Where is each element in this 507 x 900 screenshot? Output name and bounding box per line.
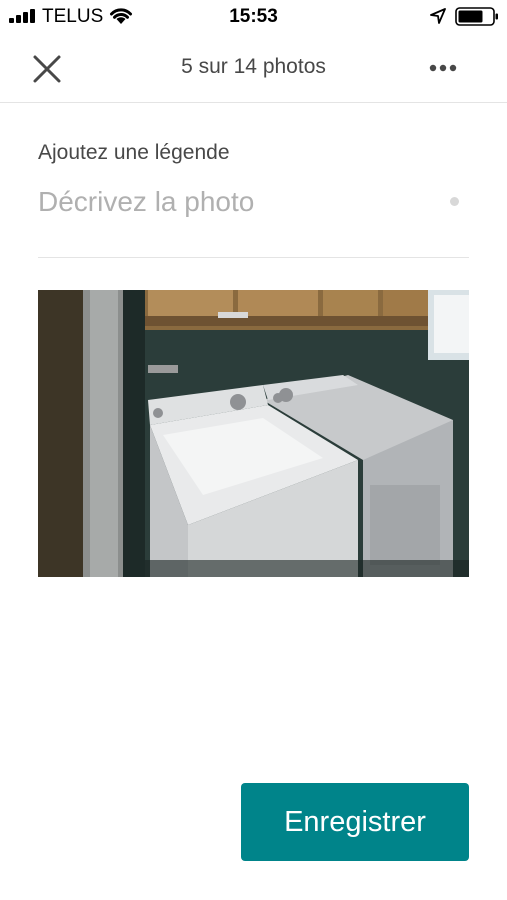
- battery-icon: [455, 7, 498, 26]
- caption-divider: [38, 257, 469, 258]
- nav-header: 5 sur 14 photos: [0, 34, 507, 103]
- caption-input[interactable]: [38, 180, 438, 224]
- save-button[interactable]: Enregistrer: [241, 783, 469, 861]
- location-arrow-icon: [430, 8, 446, 24]
- input-indicator-dot: [450, 197, 459, 206]
- status-bar: TELUS 15:53: [0, 0, 507, 34]
- photo-laundry-room: [38, 290, 469, 577]
- photo-caption-screen: TELUS 15:53 5 sur 14 photos Ajoutez une: [0, 0, 507, 900]
- caption-label: Ajoutez une légende: [38, 141, 230, 164]
- more-dots-icon[interactable]: [420, 56, 466, 80]
